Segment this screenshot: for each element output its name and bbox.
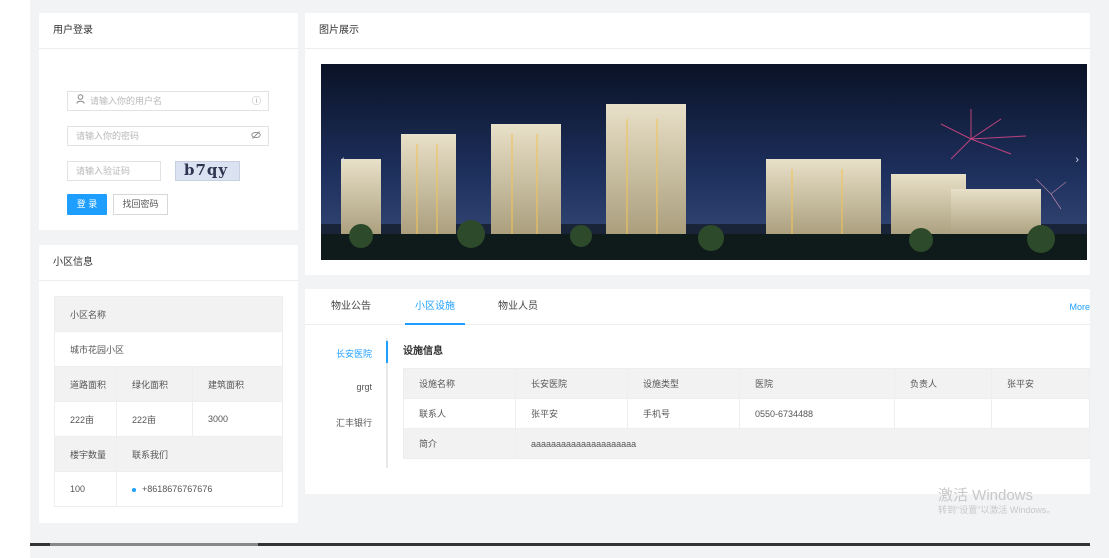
table-row: 联系人 张平安 手机号 0550-6734488 [403, 398, 1090, 429]
green-area-header: 绿化面积 [116, 366, 193, 402]
captcha-placeholder: 请输入验证码 [76, 166, 131, 176]
road-area-value: 222亩 [54, 401, 117, 437]
table-cell: 设施名称 [403, 368, 516, 399]
facility-table: 设施名称 长安医院 设施类型 医院 负责人 张平安 联系人 张平安 手机号 05… [403, 368, 1090, 459]
community-name-header: 小区名称 [54, 296, 283, 332]
building-area-header: 建筑面积 [192, 366, 283, 402]
table-row: 设施名称 长安医院 设施类型 医院 负责人 张平安 [403, 368, 1090, 399]
username-placeholder: 请输入你的用户名 [90, 96, 163, 106]
table-row: 楼宇数量 联系我们 [54, 436, 283, 472]
horizontal-scrollbar[interactable] [30, 543, 1090, 546]
login-button[interactable]: 登 录 [67, 194, 107, 215]
tab-staff[interactable]: 物业人员 [498, 289, 538, 325]
table-row: 简介 aaaaaaaaaaaaaaaaaaaaa [403, 428, 1090, 459]
table-cell: 张平安 [515, 398, 628, 429]
gallery-card: 图片展示 ‹ › [305, 13, 1090, 275]
table-row: 小区名称 [54, 296, 283, 332]
captcha-input[interactable]: 请输入验证码 [67, 161, 161, 181]
table-row: 道路面积 绿化面积 建筑面积 [54, 366, 283, 402]
table-cell: 张平安 [991, 368, 1090, 399]
left-strip [0, 0, 30, 558]
table-cell: 0550-6734488 [739, 398, 895, 429]
password-input[interactable]: 请输入你的密码 [67, 126, 269, 146]
table-cell [894, 398, 992, 429]
login-title: 用户登录 [39, 13, 298, 49]
eye-hidden-icon[interactable] [251, 127, 261, 145]
tab-property-notice[interactable]: 物业公告 [331, 289, 371, 325]
carousel-image[interactable]: ‹ › [321, 64, 1087, 260]
table-cell: 联系人 [403, 398, 516, 429]
username-input[interactable]: 请输入你的用户名 ⓘ [67, 91, 269, 111]
night-buildings-image [321, 64, 1087, 260]
active-indicator [386, 341, 388, 363]
activation-watermark: 激活 Windows [938, 487, 1034, 504]
carousel-prev-icon[interactable]: ‹ [341, 154, 345, 166]
table-cell: 手机号 [627, 398, 740, 429]
activation-watermark-hint: 转到"设置"以激活 Windows。 [938, 505, 1056, 515]
tabs-card: 物业公告 小区设施 物业人员 More 长安医院 grgt 汇丰银行 设施信息 … [305, 289, 1090, 494]
facility-item[interactable]: 长安医院 [336, 347, 372, 360]
table-cell: 长安医院 [515, 368, 628, 399]
green-area-value: 222亩 [116, 401, 193, 437]
community-title: 小区信息 [39, 245, 298, 281]
tab-facilities[interactable]: 小区设施 [405, 289, 465, 325]
table-row: 城市花园小区 [54, 331, 283, 367]
table-cell [991, 398, 1090, 429]
contact-header: 联系我们 [116, 436, 283, 472]
gallery-title: 图片展示 [305, 13, 1090, 49]
table-cell: 医院 [739, 368, 895, 399]
table-cell: aaaaaaaaaaaaaaaaaaaaa [515, 428, 1090, 459]
table-cell: 负责人 [894, 368, 992, 399]
table-cell: 简介 [403, 428, 516, 459]
facility-item[interactable]: 汇丰银行 [336, 416, 372, 429]
forgot-password-button[interactable]: 找回密码 [113, 194, 168, 215]
password-placeholder: 请输入你的密码 [76, 131, 140, 141]
building-count-header: 楼宇数量 [54, 436, 117, 472]
table-cell: 设施类型 [627, 368, 740, 399]
table-row: 222亩 222亩 3000 [54, 401, 283, 437]
facility-item[interactable]: grgt [356, 382, 372, 392]
building-area-value: 3000 [192, 401, 283, 437]
building-count-value: 100 [54, 471, 117, 507]
community-table: 小区名称 城市花园小区 道路面积 绿化面积 建筑面积 222亩 222亩 300… [54, 296, 283, 507]
community-info-card: 小区信息 小区名称 城市花园小区 道路面积 绿化面积 建筑面积 222亩 222… [39, 245, 298, 523]
facility-list: 长安医院 grgt 汇丰银行 [305, 338, 388, 468]
facility-info-title: 设施信息 [403, 346, 443, 357]
tab-bar: 物业公告 小区设施 物业人员 More [305, 289, 1090, 325]
bullet-icon [132, 487, 136, 492]
contact-phone: +8618676767676 [142, 484, 213, 494]
login-card: 用户登录 请输入你的用户名 ⓘ 请输入你的密码 请输入验证码 b7qy 登 录 … [39, 13, 298, 230]
table-row: 100 +8618676767676 [54, 471, 283, 507]
road-area-header: 道路面积 [54, 366, 117, 402]
community-name-value: 城市花园小区 [54, 331, 283, 367]
more-link[interactable]: More [1069, 289, 1090, 325]
scrollbar-thumb[interactable] [50, 543, 258, 546]
carousel-next-icon[interactable]: › [1075, 154, 1079, 166]
user-icon [76, 92, 85, 110]
page: 用户登录 请输入你的用户名 ⓘ 请输入你的密码 请输入验证码 b7qy 登 录 … [30, 0, 1109, 558]
info-icon: ⓘ [251, 96, 261, 106]
contact-value: +8618676767676 [116, 471, 283, 507]
captcha-image[interactable]: b7qy [175, 161, 240, 181]
